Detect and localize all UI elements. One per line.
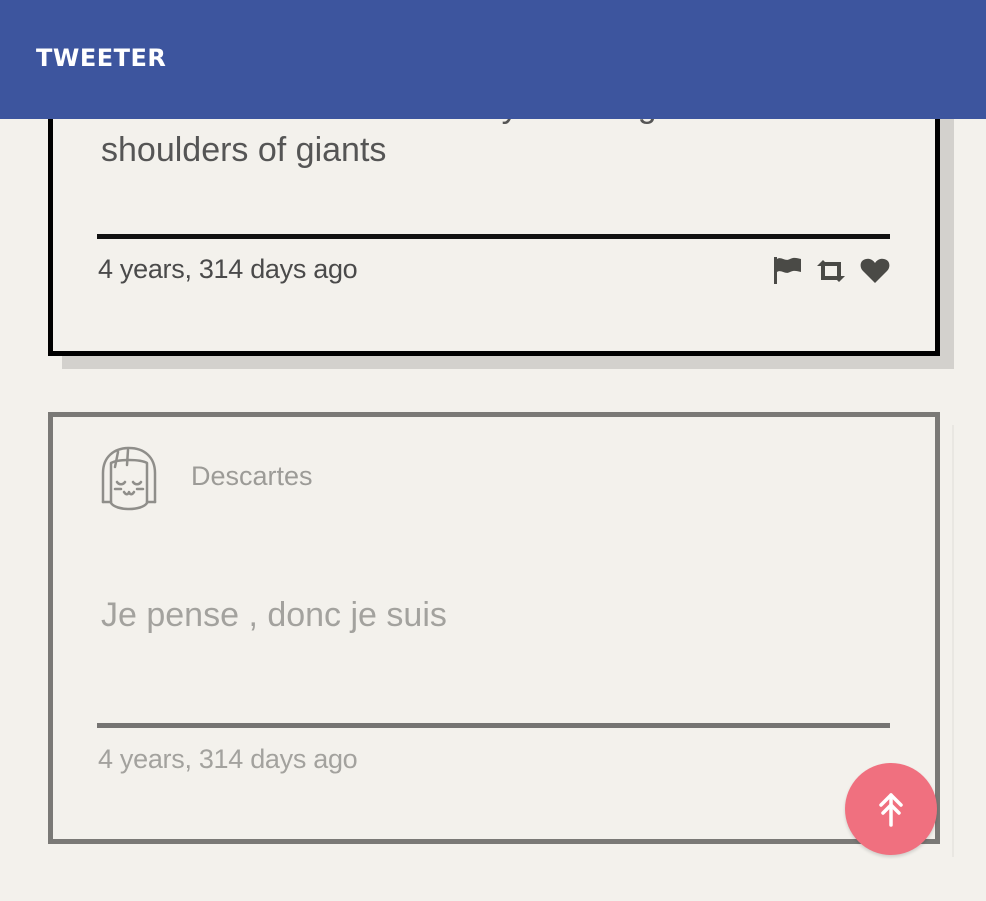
page: If I have seen further it is by standing… — [0, 0, 986, 901]
tweet-divider — [97, 234, 890, 239]
flag-icon[interactable] — [771, 254, 803, 286]
double-arrow-up-icon — [879, 793, 903, 827]
tweet-timestamp: 4 years, 314 days ago — [98, 744, 358, 774]
top-header: TWEETER — [0, 0, 986, 119]
tweet-text: Je pense , donc je suis — [101, 596, 447, 634]
tweet-author[interactable]: Descartes — [191, 461, 313, 492]
heart-icon[interactable] — [859, 254, 891, 286]
scroll-to-top-button[interactable] — [845, 763, 937, 855]
tweet-divider — [97, 723, 890, 728]
brand-logo[interactable]: TWEETER — [36, 44, 166, 72]
tweet-timestamp: 4 years, 314 days ago — [98, 254, 358, 284]
girl-face-avatar-icon — [98, 445, 160, 513]
card-edge — [952, 425, 954, 857]
retweet-icon[interactable] — [815, 255, 847, 287]
